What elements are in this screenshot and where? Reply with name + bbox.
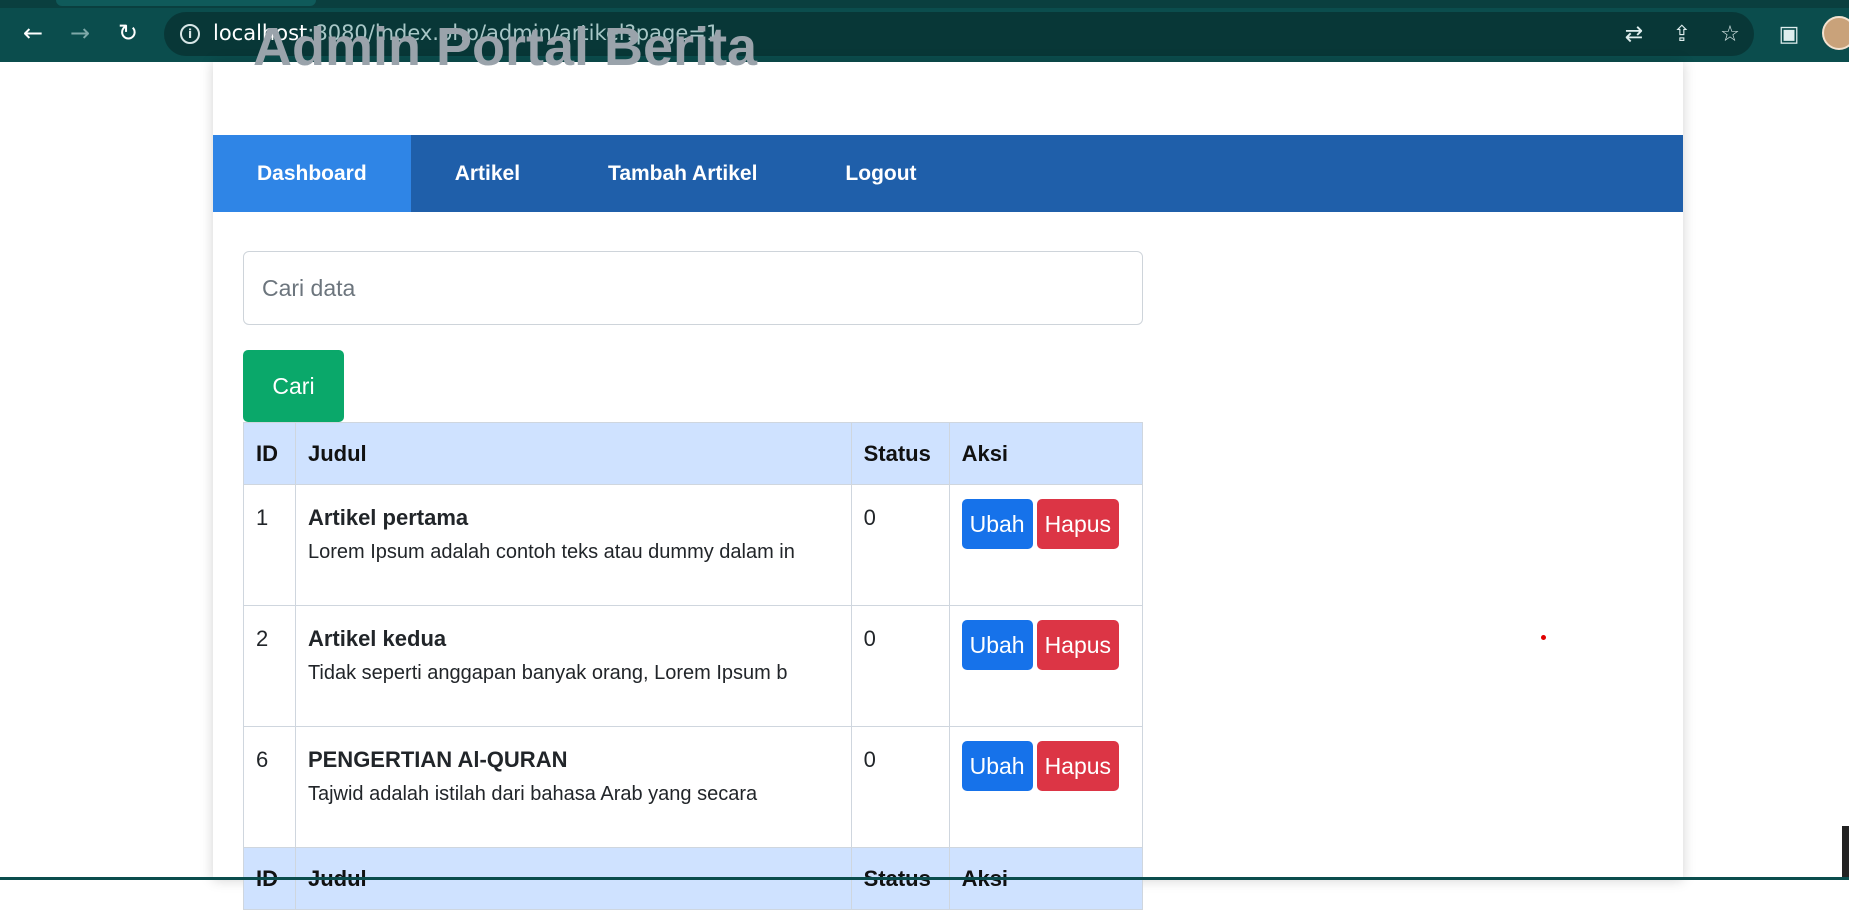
cell-id: 6 (243, 726, 296, 848)
scrollbar-thumb[interactable] (1842, 826, 1849, 880)
nav-logout[interactable]: Logout (801, 135, 960, 212)
cell-judul: PENGERTIAN Al-QURAN Tajwid adalah istila… (294, 726, 852, 848)
cell-judul: Artikel kedua Tidak seperti anggapan ban… (294, 605, 852, 727)
cell-status: 0 (850, 605, 950, 727)
article-excerpt: Tidak seperti anggapan banyak orang, Lor… (307, 662, 788, 684)
edit-button[interactable]: Ubah (961, 620, 1033, 670)
forward-icon[interactable]: → (63, 16, 97, 50)
active-tab[interactable] (56, 0, 316, 6)
nav-artikel[interactable]: Artikel (411, 135, 564, 212)
share-icon[interactable]: ⇪ (1668, 20, 1696, 48)
site-title: Admin Portal Berita (253, 17, 758, 77)
header-judul: Judul (294, 422, 852, 485)
table-header-row: ID Judul Status Aksi (243, 422, 1144, 485)
navbar: Dashboard Artikel Tambah Artikel Logout (213, 135, 1683, 212)
header-id: ID (243, 422, 296, 485)
article-table: ID Judul Status Aksi 1 Artikel pertama L… (243, 422, 1144, 910)
table-row: 2 Artikel kedua Tidak seperti anggapan b… (243, 605, 1144, 727)
cell-status: 0 (850, 726, 950, 848)
delete-button[interactable]: Hapus (1036, 499, 1120, 549)
site-info-icon[interactable]: i (180, 24, 200, 44)
article-title: Artikel pertama (307, 505, 469, 530)
bookmark-star-icon[interactable]: ☆ (1716, 20, 1744, 48)
nav-dashboard[interactable]: Dashboard (213, 135, 411, 212)
article-excerpt: Tajwid adalah istilah dari bahasa Arab y… (307, 783, 758, 805)
cursor-dot (1541, 635, 1546, 640)
translate-icon[interactable]: ⇄ (1620, 20, 1648, 48)
cell-judul: Artikel pertama Lorem Ipsum adalah conto… (294, 484, 852, 606)
cell-aksi: Ubah Hapus (948, 605, 1144, 727)
delete-button[interactable]: Hapus (1036, 741, 1120, 791)
reload-icon[interactable]: ↻ (111, 16, 145, 50)
main-container: Admin Portal Berita Dashboard Artikel Ta… (213, 17, 1683, 910)
search-input[interactable] (243, 251, 1143, 325)
cell-id: 2 (243, 605, 296, 727)
table-row: 1 Artikel pertama Lorem Ipsum adalah con… (243, 484, 1144, 606)
article-title: PENGERTIAN Al-QURAN (307, 747, 568, 772)
edit-button[interactable]: Ubah (961, 741, 1033, 791)
back-icon[interactable]: ← (16, 16, 50, 50)
edit-button[interactable]: Ubah (961, 499, 1033, 549)
article-title: Artikel kedua (307, 626, 447, 651)
cell-aksi: Ubah Hapus (948, 726, 1144, 848)
cell-status: 0 (850, 484, 950, 606)
cell-id: 1 (243, 484, 296, 606)
nav-tambah-artikel[interactable]: Tambah Artikel (564, 135, 801, 212)
search-button[interactable]: Cari (243, 350, 344, 422)
side-panel-icon[interactable]: ▣ (1775, 20, 1803, 48)
delete-button[interactable]: Hapus (1036, 620, 1120, 670)
page: Admin Portal Berita Dashboard Artikel Ta… (0, 17, 1849, 910)
table-row: 6 PENGERTIAN Al-QURAN Tajwid adalah isti… (243, 726, 1144, 848)
article-excerpt: Lorem Ipsum adalah contoh teks atau dumm… (307, 541, 795, 563)
cell-aksi: Ubah Hapus (948, 484, 1144, 606)
profile-avatar[interactable] (1822, 16, 1849, 50)
header-aksi: Aksi (948, 422, 1144, 485)
header-status: Status (850, 422, 950, 485)
